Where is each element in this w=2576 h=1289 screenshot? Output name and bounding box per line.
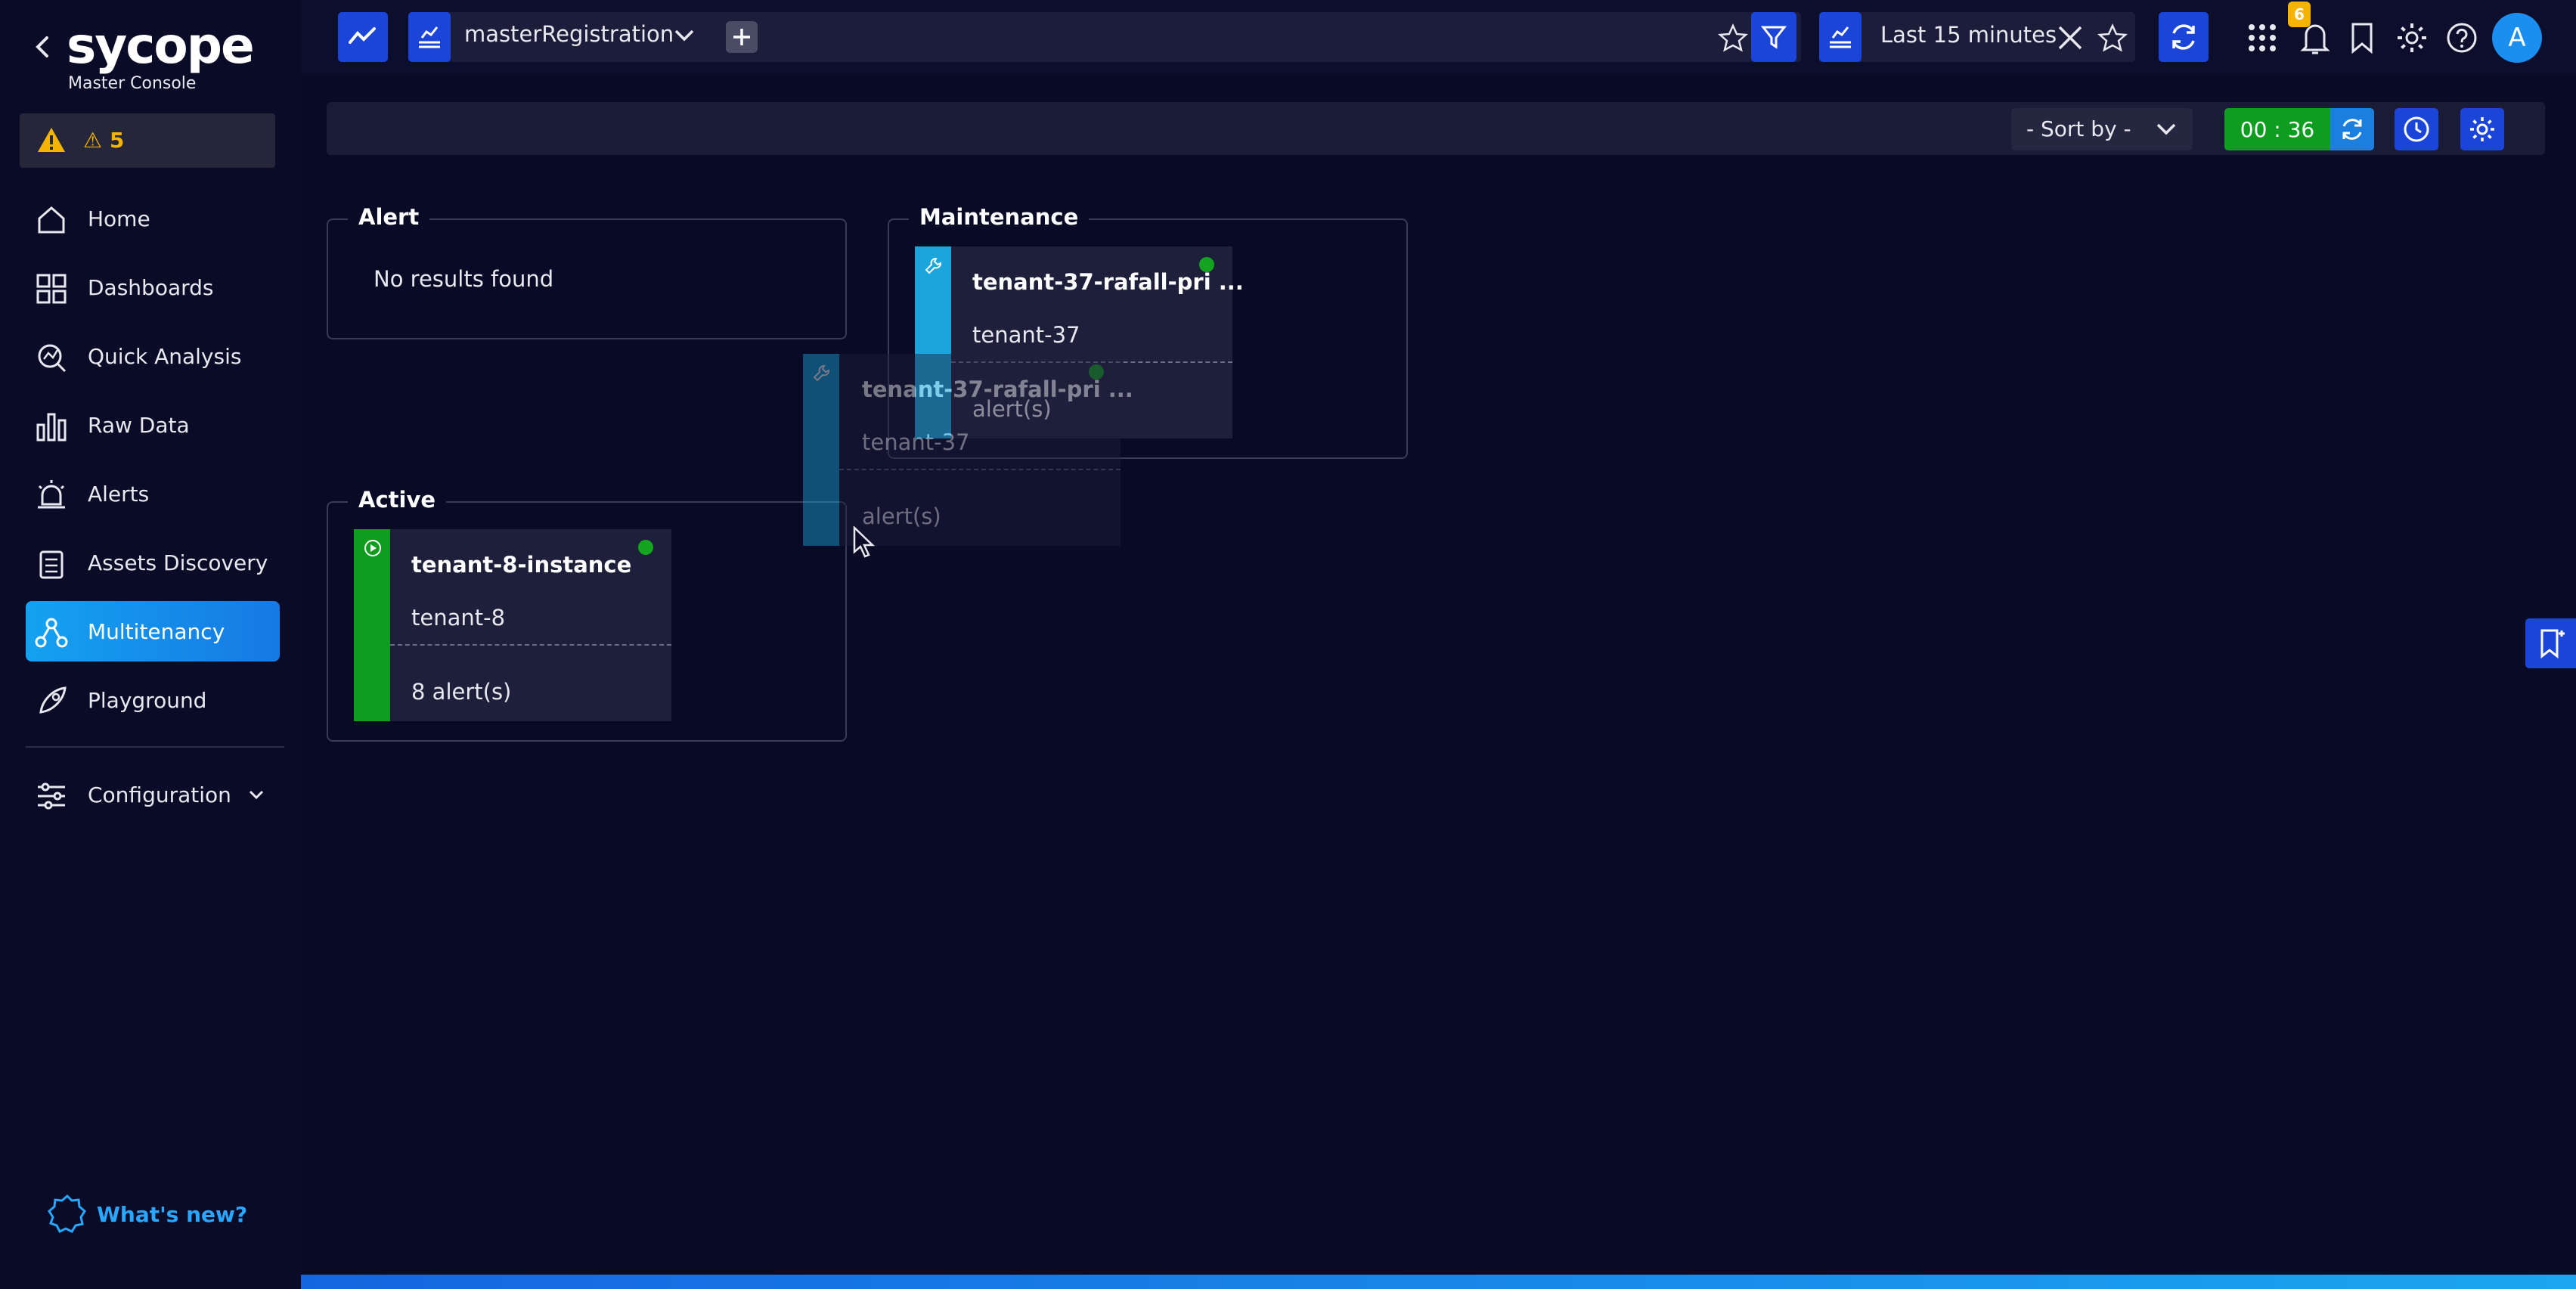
- mouse-cursor-icon: [853, 526, 876, 558]
- bookmark-add-icon: [2540, 629, 2565, 659]
- plus-icon: [733, 29, 750, 45]
- sort-label: - Sort by -: [2026, 116, 2131, 141]
- nav-configuration[interactable]: Configuration: [26, 764, 280, 825]
- refresh-icon: [2172, 24, 2195, 50]
- history-button[interactable]: [2395, 108, 2438, 150]
- history-clock-icon: [2404, 116, 2429, 142]
- user-avatar[interactable]: A: [2492, 13, 2542, 63]
- nav-divider: [26, 746, 284, 748]
- home-icon: [38, 206, 65, 234]
- nav-playground[interactable]: Playground: [26, 670, 280, 730]
- refresh-timer-text: 00 : 36: [2240, 117, 2315, 142]
- chart-list-icon: [419, 26, 440, 48]
- query-icon-button[interactable]: [408, 12, 451, 62]
- nav-quick-analysis[interactable]: Quick Analysis: [26, 326, 280, 386]
- nav-home[interactable]: Home: [26, 188, 280, 249]
- card-divider: [390, 644, 671, 646]
- clear-time-close-icon[interactable]: [2057, 24, 2084, 51]
- nav-assets-discovery[interactable]: Assets Discovery: [26, 532, 280, 593]
- time-range-label: Last 15 minutes: [1880, 22, 2057, 48]
- favorite-time-star-icon[interactable]: [2097, 23, 2128, 53]
- activity-icon: [349, 27, 376, 44]
- warning-small-icon: ⚠: [83, 128, 103, 153]
- query-dropdown-chevron-icon[interactable]: [673, 27, 696, 44]
- back-chevron-icon[interactable]: [32, 32, 54, 62]
- tenant-card-tenant: tenant-8: [411, 605, 506, 631]
- notification-count-badge: 6: [2288, 2, 2311, 27]
- card-divider: [839, 469, 1121, 470]
- quick-analysis-icon: [38, 344, 67, 373]
- alert-group-title: Alert: [348, 204, 430, 230]
- nav-multitenancy[interactable]: Multitenancy: [26, 601, 280, 662]
- bookmark-icon[interactable]: [2348, 21, 2376, 54]
- sort-chevron-down-icon: [2156, 123, 2176, 135]
- maintenance-status-strip: [803, 354, 839, 546]
- view-settings-button[interactable]: [2460, 108, 2504, 150]
- tenant-card-title: tenant-8-instance: [411, 552, 632, 578]
- status-dot: [638, 540, 653, 555]
- warning-icon: [38, 128, 65, 152]
- tenant-card-alerts: 8 alert(s): [411, 679, 512, 705]
- alert-group-empty-text: No results found: [374, 266, 554, 292]
- wrench-icon: [813, 365, 829, 382]
- tenant-card[interactable]: tenant-8-instance tenant-8 8 alert(s): [354, 529, 671, 721]
- query-name: masterRegistration: [464, 21, 674, 47]
- side-bookmark-button[interactable]: [2525, 618, 2576, 668]
- raw-data-icon: [36, 413, 67, 442]
- maintenance-group-title: Maintenance: [909, 204, 1090, 230]
- filter-icon: [1760, 26, 1787, 49]
- tenant-card-title: tenant-37-rafall-pri ...: [972, 269, 1244, 295]
- dragged-tenant-card[interactable]: tenant-37-rafall-pri ... tenant-37 alert…: [803, 354, 1133, 546]
- active-group-title: Active: [348, 487, 447, 513]
- chevron-down-icon: [249, 790, 264, 800]
- settings-gear-icon[interactable]: [2395, 21, 2429, 54]
- dragged-card-title: tenant-37-rafall-pri ...: [862, 376, 1133, 402]
- console-label: Master Console: [68, 74, 197, 93]
- tenant-card-tenant: tenant-37: [972, 322, 1080, 348]
- settings-gear-icon: [2470, 117, 2494, 141]
- dragged-card-tenant: tenant-37: [862, 429, 970, 455]
- logo-text: sycope: [67, 17, 255, 75]
- new-badge-icon: [48, 1194, 86, 1234]
- configuration-icon: [38, 782, 65, 810]
- nav-raw-data[interactable]: Raw Data: [26, 395, 280, 455]
- multitenancy-icon: [35, 618, 68, 648]
- play-circle-icon: [364, 540, 381, 556]
- apps-grid-icon[interactable]: [2246, 21, 2279, 54]
- view-toolbar: [327, 102, 2545, 155]
- add-query-button[interactable]: [726, 21, 758, 53]
- chart-list-icon: [1830, 26, 1851, 48]
- nav-alerts[interactable]: Alerts: [26, 463, 280, 524]
- playground-icon: [39, 686, 67, 714]
- favorite-query-star-icon[interactable]: [1718, 23, 1748, 53]
- filter-button[interactable]: [1751, 12, 1796, 62]
- dashboards-icon: [36, 274, 67, 304]
- timer-refresh-button[interactable]: [2330, 108, 2374, 150]
- dragged-card-alerts: alert(s): [862, 504, 941, 529]
- active-status-strip: [354, 529, 390, 721]
- nav-dashboards[interactable]: Dashboards: [26, 257, 280, 318]
- wrench-icon: [925, 258, 941, 274]
- refresh-icon: [2342, 119, 2362, 140]
- assets-discovery-icon: [39, 550, 64, 579]
- alert-count: 5: [109, 128, 125, 153]
- activity-button[interactable]: [338, 12, 388, 62]
- sidebar: sycope Master Console ⚠ 5 Home Dashboard…: [0, 0, 301, 1289]
- alert-counter[interactable]: ⚠ 5: [20, 113, 275, 168]
- refresh-button[interactable]: [2159, 12, 2209, 62]
- help-icon[interactable]: [2445, 21, 2478, 54]
- alerts-icon: [38, 480, 65, 509]
- time-range-icon-button[interactable]: [1819, 12, 1861, 62]
- bottom-progress-bar: [301, 1275, 2576, 1289]
- logo: sycope: [67, 20, 256, 73]
